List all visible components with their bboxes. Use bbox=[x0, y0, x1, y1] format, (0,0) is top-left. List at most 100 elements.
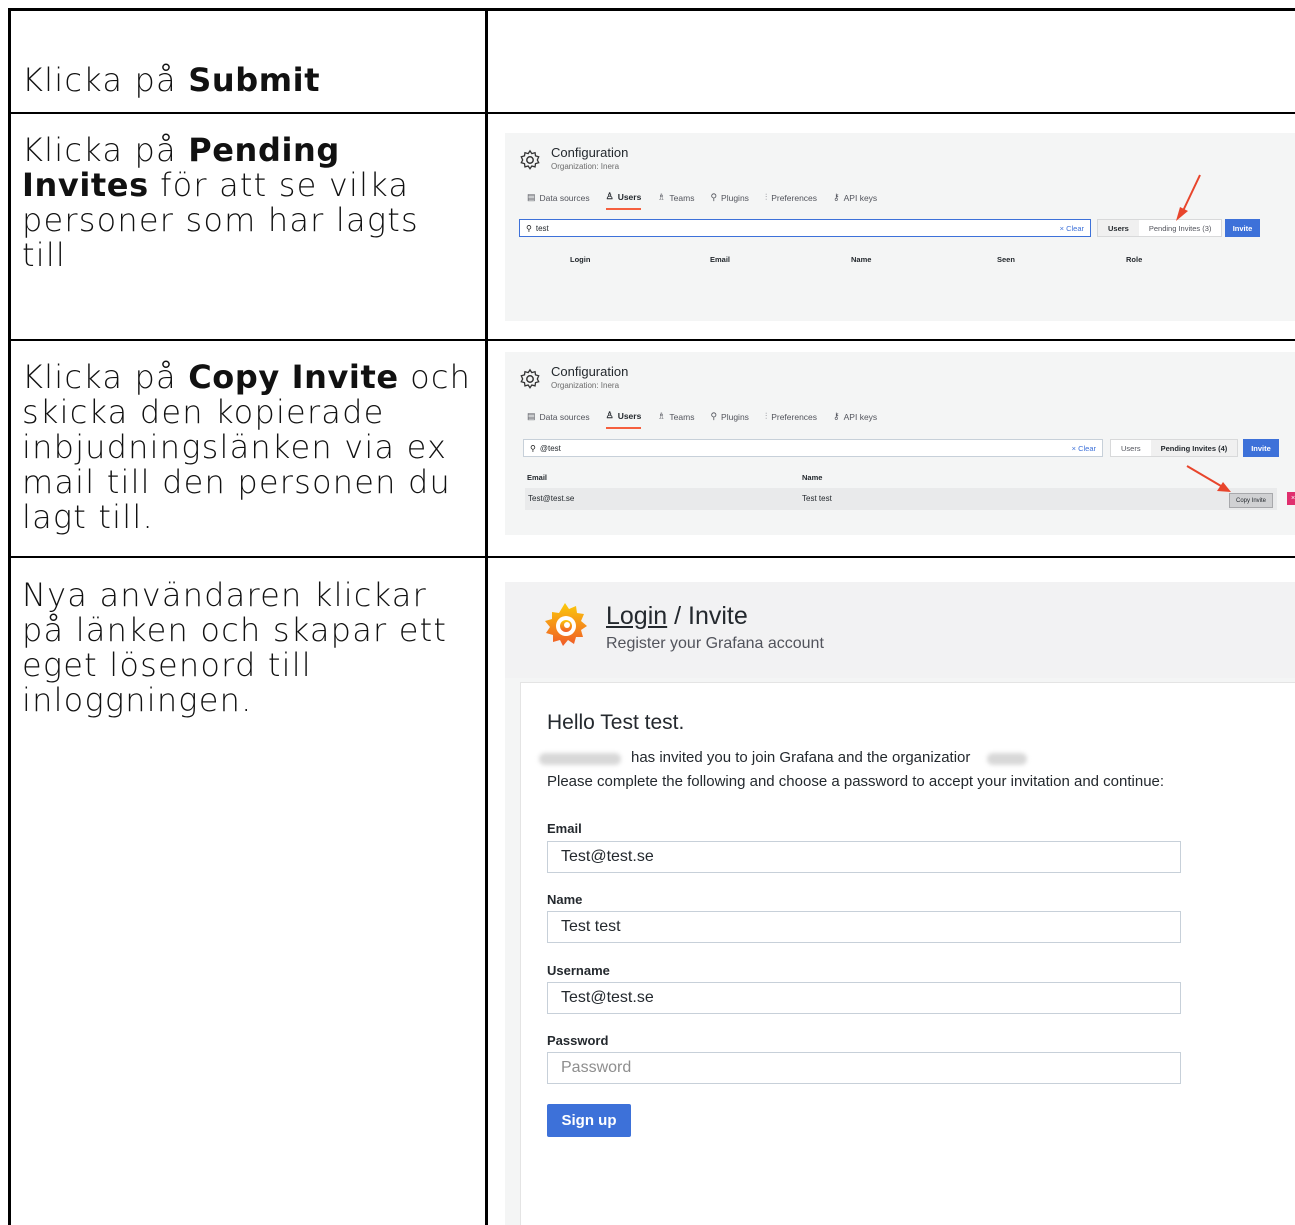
email-label: Email bbox=[547, 821, 582, 836]
copy-invite-button[interactable]: Copy Invite bbox=[1229, 493, 1273, 508]
tab-label: Preferences bbox=[771, 192, 818, 203]
step-text: Klicka på bbox=[22, 358, 189, 396]
column-login: Login bbox=[570, 255, 591, 264]
invite-name: Test test bbox=[802, 494, 832, 503]
column-seen: Seen bbox=[997, 255, 1015, 264]
step-submit: Klicka på Submit bbox=[22, 63, 472, 98]
grafana-logo-icon bbox=[545, 603, 587, 646]
screenshot-login-invite: Login / Invite Register your Grafana acc… bbox=[505, 582, 1295, 1225]
database-icon: ▤ bbox=[527, 411, 536, 421]
login-header: Login / Invite Register your Grafana acc… bbox=[505, 582, 1295, 678]
tab-label: Data sources bbox=[539, 192, 590, 203]
email-field[interactable]: Test@test.se bbox=[547, 841, 1181, 873]
config-header: Configuration Organization: Inera bbox=[519, 145, 628, 171]
tab-data-sources[interactable]: ▤ Data sources bbox=[527, 410, 590, 429]
tab-users[interactable]: ♙ Users bbox=[605, 191, 642, 210]
step-text: Nya användaren klickar på länken och ska… bbox=[22, 576, 448, 719]
tab-teams[interactable]: ♗ Teams bbox=[657, 410, 694, 429]
step-text: Klicka på bbox=[22, 131, 189, 169]
tab-label: Users bbox=[617, 191, 642, 202]
users-toggle-button[interactable]: Users bbox=[1111, 440, 1151, 456]
tab-label: Teams bbox=[669, 192, 695, 203]
name-field[interactable]: Test test bbox=[547, 911, 1181, 943]
tab-api-keys[interactable]: ⚷ API keys bbox=[833, 191, 877, 210]
password-label: Password bbox=[547, 1033, 609, 1048]
clear-button[interactable]: × Clear bbox=[1072, 444, 1096, 453]
table-row: Test@test.se Test test Copy Invite × bbox=[525, 488, 1295, 510]
column-name: Name bbox=[802, 473, 823, 482]
column-role: Role bbox=[1126, 255, 1143, 264]
tab-label: Data sources bbox=[539, 411, 590, 422]
key-icon: ⚷ bbox=[833, 411, 840, 421]
search-value: @test bbox=[539, 443, 561, 453]
tab-label: Preferences bbox=[771, 411, 818, 422]
tab-preferences[interactable]: ⫶ Preferences bbox=[765, 191, 817, 210]
step-bold: Copy Invite bbox=[188, 358, 399, 396]
invited-text: has invited you to join Grafana and the … bbox=[631, 749, 971, 766]
search-icon: ⚲ bbox=[526, 223, 532, 233]
invite-button[interactable]: Invite bbox=[1243, 439, 1279, 457]
table-border-top bbox=[8, 8, 1295, 11]
pending-invites-button[interactable]: Pending Invites (4) bbox=[1150, 440, 1238, 456]
column-email: Email bbox=[527, 473, 548, 482]
users-toggle-button[interactable]: Users bbox=[1098, 220, 1139, 236]
login-title: Login / Invite bbox=[606, 602, 748, 631]
tab-plugins[interactable]: ⚲ Plugins bbox=[710, 410, 748, 429]
screenshot-users: Configuration Organization: Inera ▤ Data … bbox=[505, 133, 1295, 321]
step-copy: Klicka på Copy Invite och skicka den kop… bbox=[22, 360, 472, 535]
users-search-input[interactable]: ⚲ @test × Clear bbox=[523, 439, 1103, 457]
invite-form-card: Hello Test test. has invited you to join… bbox=[520, 682, 1295, 1225]
plug-icon: ⚲ bbox=[710, 192, 718, 202]
config-tabs: ▤ Data sources ♙ Users ♗ Teams ⚲ Plugins ⫶ Pr… bbox=[527, 410, 877, 429]
tab-api-keys[interactable]: ⚷ API keys bbox=[833, 410, 877, 429]
login-subtitle: Register your Grafana account bbox=[606, 635, 824, 652]
gear-icon bbox=[520, 149, 540, 170]
column-name: Name bbox=[851, 255, 872, 264]
gear-icon bbox=[520, 368, 540, 389]
user-icon: ♙ bbox=[605, 191, 614, 201]
hello-heading: Hello Test test. bbox=[547, 711, 685, 734]
clear-button[interactable]: × Clear bbox=[1060, 224, 1084, 233]
delete-invite-button[interactable]: × bbox=[1287, 492, 1295, 505]
tab-label: Teams bbox=[669, 411, 695, 422]
step-newuser: Nya användaren klickar på länken och ska… bbox=[22, 578, 472, 718]
table-divider-row3 bbox=[8, 556, 1295, 558]
redacted-inviter bbox=[539, 753, 621, 765]
config-title: Configuration bbox=[551, 145, 629, 160]
step-pending: Klicka på Pending Invites för att se vil… bbox=[22, 133, 472, 273]
invite-button[interactable]: Invite bbox=[1225, 219, 1260, 237]
tab-preferences[interactable]: ⫶ Preferences bbox=[765, 410, 817, 429]
redacted-org bbox=[987, 753, 1027, 765]
database-icon: ▤ bbox=[527, 192, 536, 202]
config-org: Organization: Inera bbox=[551, 162, 620, 171]
table-divider-row1 bbox=[8, 112, 1295, 114]
config-tabs: ▤ Data sources ♙ Users ♗ Teams ⚲ Plugins ⫶ Pr… bbox=[527, 191, 877, 210]
search-value: test bbox=[535, 223, 549, 233]
clear-label: Clear bbox=[1078, 443, 1096, 453]
username-field[interactable]: Test@test.se bbox=[547, 982, 1181, 1014]
screenshot-pending-invites: Configuration Organization: Inera ▤ Data … bbox=[505, 352, 1295, 535]
tab-users[interactable]: ♙ Users bbox=[605, 410, 642, 429]
tab-teams[interactable]: ♗ Teams bbox=[657, 191, 694, 210]
table-divider-vertical bbox=[485, 8, 488, 1225]
tab-plugins[interactable]: ⚲ Plugins bbox=[710, 191, 748, 210]
tab-label: API keys bbox=[843, 411, 878, 422]
password-field[interactable]: Password bbox=[547, 1052, 1181, 1084]
sliders-icon: ⫶ bbox=[764, 192, 768, 202]
step-bold: Submit bbox=[188, 61, 321, 99]
config-org: Organization: Inera bbox=[551, 381, 620, 390]
users-search-input[interactable]: ⚲ test × Clear bbox=[519, 219, 1091, 237]
sign-up-button[interactable]: Sign up bbox=[547, 1104, 631, 1137]
config-title: Configuration bbox=[551, 364, 629, 379]
clear-label: Clear bbox=[1066, 223, 1084, 233]
tab-label: Plugins bbox=[721, 411, 749, 422]
tab-data-sources[interactable]: ▤ Data sources bbox=[527, 191, 590, 210]
search-icon: ⚲ bbox=[530, 443, 536, 453]
sliders-icon: ⫶ bbox=[764, 411, 768, 421]
name-label: Name bbox=[547, 892, 583, 907]
users-icon: ♗ bbox=[657, 192, 666, 202]
instructions-text: Please complete the following and choose… bbox=[547, 773, 1165, 790]
login-link[interactable]: Login bbox=[606, 602, 667, 630]
tab-label: Users bbox=[617, 410, 642, 421]
key-icon: ⚷ bbox=[833, 192, 840, 202]
